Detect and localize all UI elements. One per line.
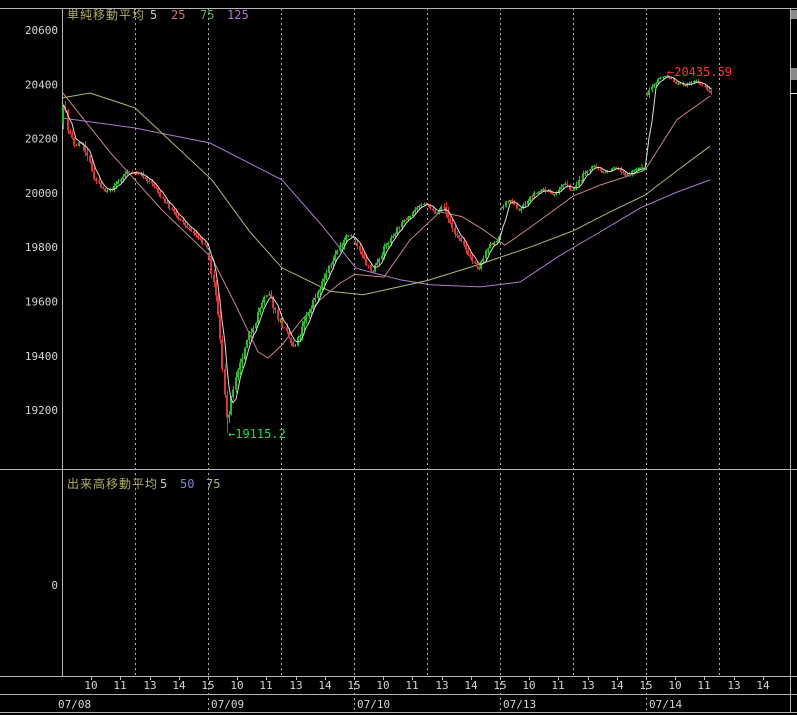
y-axis-label: 20400	[25, 78, 58, 91]
hour-label: 11	[697, 679, 710, 692]
hour-label: 15	[493, 679, 506, 692]
date-label: 07/08	[58, 698, 91, 711]
date-label: 07/10	[357, 698, 390, 711]
hour-label: 10	[522, 679, 535, 692]
hour-label: 11	[259, 679, 272, 692]
date-label: 07/13	[503, 698, 536, 711]
hour-label: 14	[756, 679, 770, 692]
vol-param-1: 50	[180, 478, 194, 491]
high-price-annotation: ←20435.59	[667, 66, 732, 79]
ma-param-1: 25	[171, 9, 185, 22]
hour-label: 10	[230, 679, 243, 692]
hour-label: 11	[551, 679, 564, 692]
hour-label: 11	[113, 679, 126, 692]
hour-label: 15	[347, 679, 360, 692]
y-axis-label: 20600	[25, 24, 58, 37]
ma-param-2: 75	[200, 9, 214, 22]
volume-indicator-title: 出来高移動平均	[67, 478, 158, 491]
hour-label: 14	[464, 679, 478, 692]
y-axis-label: 19200	[25, 404, 58, 417]
vol-param-2: 75	[206, 478, 220, 491]
scrollbar-thumb[interactable]	[791, 68, 797, 80]
y-axis-label: 19600	[25, 296, 58, 309]
hour-label: 10	[376, 679, 389, 692]
hour-label: 14	[610, 679, 624, 692]
low-price-annotation: ←19115.2	[228, 428, 286, 441]
stock-chart-window: 20600 20400 20200 20000 19800 19600 19400 19200…	[0, 0, 797, 715]
vol-param-0: 5	[160, 478, 167, 491]
hour-label: 13	[289, 679, 302, 692]
y-axis-label: 19800	[25, 241, 58, 254]
date-label: 07/09	[211, 698, 244, 711]
y-axis-label: 20200	[25, 133, 58, 146]
y-axis-label: 20000	[25, 187, 58, 200]
hour-label: 15	[201, 679, 214, 692]
main-indicator-title: 単純移動平均	[67, 9, 145, 22]
hour-label: 11	[405, 679, 418, 692]
hour-label: 10	[84, 679, 97, 692]
hour-label: 13	[727, 679, 740, 692]
hour-label: 13	[143, 679, 156, 692]
date-label: 07/14	[649, 698, 682, 711]
y-axis-label: 19400	[25, 350, 58, 363]
hour-label: 14	[172, 679, 186, 692]
ma-param-0: 5	[150, 9, 157, 22]
volume-plot-area[interactable]	[62, 470, 790, 676]
hour-label: 14	[318, 679, 332, 692]
scrollbar-arrow[interactable]	[791, 10, 797, 19]
hour-label: 13	[581, 679, 594, 692]
volume-zero-label: 0	[30, 579, 58, 592]
chart-canvas[interactable]: 20600 20400 20200 20000 19800 19600 19400 19200…	[0, 0, 797, 715]
hour-label: 13	[435, 679, 448, 692]
ma-param-3: 125	[227, 9, 249, 22]
hour-label: 15	[639, 679, 652, 692]
hour-label: 10	[668, 679, 681, 692]
